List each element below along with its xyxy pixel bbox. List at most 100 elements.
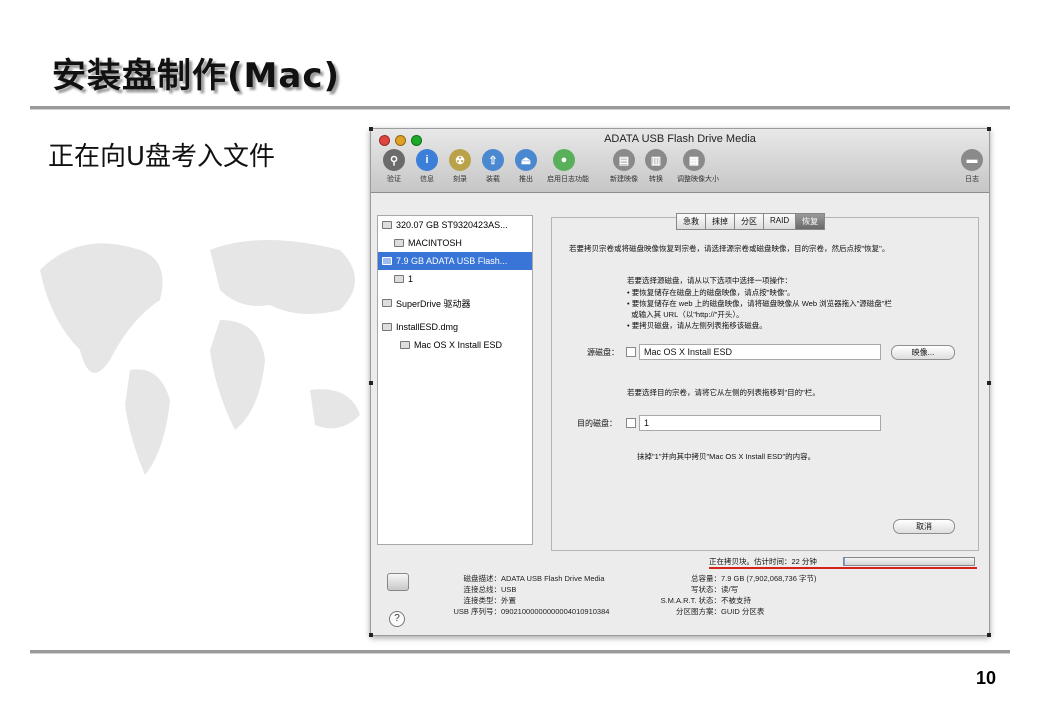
info-key: USB 序列号： [453, 607, 501, 616]
toolbar: ⚲ 验证 i 信息 ☢ 刻录 ⇧ 装载 ⏏ 推出 ● 启用日志功能 ▤ 新建映像 ▥ 转换 ▦ 调整映像大小 ▬ 日志 [377, 149, 983, 191]
info-left: 磁盘描述：ADATA USB Flash Drive Media 连接总线：USB… [431, 573, 609, 617]
toolbar-button-burn[interactable]: ☢ 刻录 [443, 149, 477, 184]
help-button[interactable]: ? [389, 611, 405, 627]
tab[interactable]: 分区 [734, 213, 764, 230]
resize-handle [369, 381, 373, 385]
info-value: GUID 分区表 [721, 607, 765, 616]
toolbar-button-microscope[interactable]: ⚲ 验证 [377, 149, 411, 184]
toolbar-button-log[interactable]: ▬ 日志 [955, 149, 989, 184]
info-right: 总容量：7.9 GB (7,902,068,736 字节) 写状态：读/写 S.M.… [639, 573, 817, 617]
eject-icon: ⏏ [515, 149, 537, 171]
source-help-list: • 要恢复储存在磁盘上的磁盘映像，请点按"映像"。 • 要恢复储存在 web 上的… [627, 287, 967, 331]
progress-bar [843, 557, 975, 566]
sidebar-item[interactable]: MACINTOSH [378, 234, 532, 252]
resize-handle [987, 633, 991, 637]
restore-intro: 若要拷贝宗卷或将磁盘映像恢复到宗卷，请选择源宗卷或磁盘映像，目的宗卷，然后点按"… [569, 244, 890, 253]
info-key: 总容量： [691, 574, 721, 583]
info-key: 写状态： [691, 585, 721, 594]
page-number: 10 [975, 668, 996, 688]
toolbar-button-new-image[interactable]: ▤ 新建映像 [607, 149, 641, 184]
restore-summary: 抹掉"1"并向其中拷贝"Mac OS X Install ESD"的内容。 [637, 452, 816, 461]
info-icon: i [416, 149, 438, 171]
dest-disk-icon [626, 418, 636, 428]
tab[interactable]: 急救 [676, 213, 706, 230]
sidebar-item-label: 320.07 GB ST9320423AS... [396, 220, 508, 230]
new-image-icon: ▤ [613, 149, 635, 171]
toolbar-button-convert[interactable]: ▥ 转换 [639, 149, 673, 184]
source-help-item: • 要拷贝磁盘，请从左侧列表拖移该磁盘。 [627, 321, 767, 330]
info-row: 总容量：7.9 GB (7,902,068,736 字节) [639, 573, 816, 584]
tab[interactable]: 抹掉 [705, 213, 735, 230]
sidebar-item-label: InstallESD.dmg [396, 322, 459, 332]
toolbar-button-eject[interactable]: ⏏ 推出 [509, 149, 543, 184]
cancel-button[interactable]: 取消 [893, 519, 955, 534]
info-key: 连接总线： [463, 585, 502, 594]
restore-panel [551, 217, 979, 551]
sidebar-item-label: 1 [408, 274, 414, 284]
toolbar-button-info[interactable]: i 信息 [410, 149, 444, 184]
tab[interactable]: 恢复 [795, 213, 826, 230]
convert-icon: ▥ [645, 149, 667, 171]
resize-handle [369, 127, 373, 131]
toolbar-label: 推出 [519, 176, 533, 183]
info-row: S.M.A.R.T. 状态：不被支持 [639, 595, 816, 606]
disk-icon [382, 257, 392, 265]
disk-utility-window: ADATA USB Flash Drive Media ⚲ 验证 i 信息 ☢ 刻录 ⇧ 装载… [369, 127, 991, 637]
info-value: USB [501, 585, 517, 594]
title-divider [30, 106, 1010, 110]
disk-icon [382, 299, 392, 307]
toolbar-label: 转换 [649, 176, 663, 183]
sidebar-item-label: 7.9 GB ADATA USB Flash... [396, 256, 508, 266]
toolbar-label: 启用日志功能 [547, 176, 589, 183]
toolbar-button-mount[interactable]: ⇧ 装载 [476, 149, 510, 184]
info-row: 分区图方案：GUID 分区表 [639, 606, 816, 617]
dest-disk-field[interactable]: 1 [639, 415, 881, 431]
device-sidebar[interactable]: 320.07 GB ST9320423AS... MACINTOSH 7.9 GB … [377, 215, 533, 545]
toolbar-label: 装载 [486, 176, 500, 183]
journal-icon: ● [553, 149, 575, 171]
resize-handle [369, 633, 373, 637]
info-value: 不被支持 [721, 596, 751, 605]
tab-bar: 急救 抹掉 分区 RAID 恢复 [676, 213, 826, 230]
toolbar-label: 日志 [965, 176, 979, 183]
info-value: 09021000000000004010910384 [501, 607, 610, 616]
source-help-item: • 要恢复储存在磁盘上的磁盘映像，请点按"映像"。 [627, 288, 795, 297]
disk-icon [382, 221, 392, 229]
tab[interactable]: RAID [763, 213, 797, 230]
info-row: 写状态：读/写 [639, 584, 816, 595]
source-disk-field[interactable]: Mac OS X Install ESD [639, 344, 881, 360]
sidebar-item[interactable]: 1 [378, 270, 532, 288]
sidebar-item[interactable]: 7.9 GB ADATA USB Flash... [378, 252, 532, 270]
disk-icon [394, 275, 404, 283]
slide-title: 安装盘制作(Mac) [52, 56, 341, 96]
resize-handle [987, 381, 991, 385]
source-help-title: 若要选择源磁盘，请从以下选项中选择一项操作： [627, 276, 792, 285]
sidebar-item[interactable]: 320.07 GB ST9320423AS... [378, 216, 532, 234]
status-text: 正在拷贝块。估计时间：22 分钟 [709, 557, 817, 566]
source-disk-icon [626, 347, 636, 357]
info-row: 连接总线：USB [431, 584, 609, 595]
source-help-item: • 要恢复储存在 web 上的磁盘映像，请将磁盘映像从 Web 浏览器拖入"源磁… [627, 299, 892, 308]
info-key: 磁盘描述： [463, 574, 502, 583]
toolbar-button-resize-image[interactable]: ▦ 调整映像大小 [677, 149, 719, 184]
disk-icon [394, 239, 404, 247]
toolbar-label: 刻录 [453, 176, 467, 183]
info-value: 7.9 GB (7,902,068,736 字节) [721, 574, 817, 583]
footer-divider [30, 650, 1010, 654]
dest-label: 目的磁盘： [577, 419, 617, 428]
annotation-underline [709, 567, 977, 569]
toolbar-label: 信息 [420, 176, 434, 183]
burn-icon: ☢ [449, 149, 471, 171]
source-help-item: 或输入其 URL（以"http://"开头）。 [627, 310, 744, 319]
toolbar-button-journal[interactable]: ● 启用日志功能 [547, 149, 589, 184]
sidebar-item[interactable]: Mac OS X Install ESD [378, 336, 532, 354]
sidebar-item[interactable]: InstallESD.dmg [378, 318, 532, 336]
window-titlebar: ADATA USB Flash Drive Media ⚲ 验证 i 信息 ☢ 刻录 ⇧ 装载… [371, 129, 989, 193]
info-key: S.M.A.R.T. 状态： [660, 596, 721, 605]
info-value: ADATA USB Flash Drive Media [501, 574, 605, 583]
sidebar-item-label: SuperDrive 驱动器 [396, 298, 471, 309]
info-row: USB 序列号：09021000000000004010910384 [431, 606, 609, 617]
image-button[interactable]: 映像... [891, 345, 955, 360]
slide-subtitle: 正在向U盘考入文件 [48, 142, 276, 172]
sidebar-item[interactable]: SuperDrive 驱动器 [378, 294, 532, 312]
